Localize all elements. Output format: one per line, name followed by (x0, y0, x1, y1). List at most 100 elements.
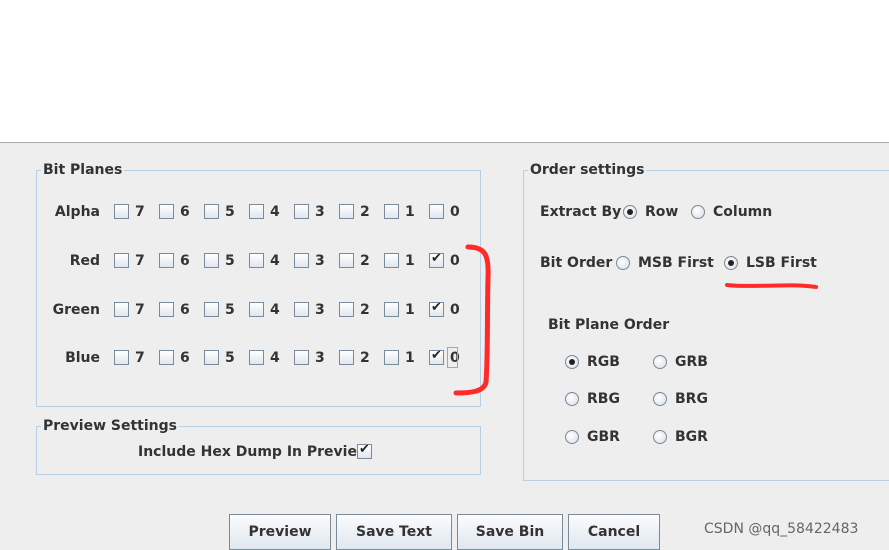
checkbox-box[interactable] (429, 300, 444, 317)
checkbox-box[interactable] (249, 253, 264, 268)
checkbox-box[interactable] (384, 350, 399, 365)
bit-label: 5 (225, 302, 235, 318)
row-label-2: Green (52, 302, 100, 318)
bit-label: 4 (270, 253, 280, 269)
plane-order-rbg-radio[interactable] (565, 392, 579, 406)
bit-label: 6 (180, 253, 190, 269)
checkbox-box[interactable] (204, 253, 219, 268)
bit-label: 7 (135, 253, 145, 269)
checkbox-box[interactable] (339, 204, 354, 219)
checkbox-box[interactable] (429, 348, 444, 365)
checkbox-box[interactable] (339, 253, 354, 268)
bit-label: 2 (360, 204, 370, 220)
bit-label: 4 (270, 302, 280, 318)
cancel-button[interactable]: Cancel (568, 514, 660, 550)
plane-order-label: Bit Plane Order (548, 317, 670, 333)
plane-order-brg-radio[interactable] (653, 392, 667, 406)
checkbox-box[interactable] (339, 302, 354, 317)
checkbox-box[interactable] (249, 350, 264, 365)
checkbox-box[interactable] (159, 302, 174, 317)
checkbox-box[interactable] (249, 204, 264, 219)
checkbox-box[interactable] (204, 302, 219, 317)
order-settings-title: Order settings (528, 161, 647, 179)
plane-order-brg-label: BRG (675, 391, 708, 407)
checkbox-box[interactable] (249, 302, 264, 317)
bit-label: 6 (180, 302, 190, 318)
checkbox-box[interactable] (429, 204, 444, 219)
bit-label: 1 (405, 302, 415, 318)
bit-label: 4 (270, 204, 280, 220)
checkbox-box[interactable] (159, 204, 174, 219)
hex-dump-checkbox[interactable] (357, 442, 372, 459)
row-label-1: Red (69, 253, 100, 269)
checkbox-box[interactable] (294, 302, 309, 317)
checkbox-box[interactable] (294, 253, 309, 268)
checkbox-box[interactable] (159, 253, 174, 268)
hex-dump-label: Include Hex Dump In Preview (138, 444, 370, 460)
bit-label: 3 (315, 302, 325, 318)
bit-order-msb-label: MSB First (638, 255, 714, 271)
extract-by-row-label: Row (645, 204, 679, 220)
row-label-3: Blue (65, 350, 100, 366)
checkbox-box[interactable] (114, 350, 129, 365)
checkbox-box[interactable] (339, 350, 354, 365)
checkbox-box[interactable] (384, 302, 399, 317)
checkbox-box[interactable] (114, 253, 129, 268)
focus-indicator (447, 347, 458, 368)
extract-by-row-radio[interactable] (623, 205, 637, 219)
bit-label: 0 (450, 204, 460, 220)
extract-by-column-radio[interactable] (691, 205, 705, 219)
bit-label: 1 (405, 253, 415, 269)
extract-by-column-label: Column (713, 204, 773, 220)
checkbox-box[interactable] (294, 204, 309, 219)
bit-label: 6 (180, 350, 190, 366)
bit-order-lsb-radio[interactable] (724, 256, 738, 270)
plane-order-bgr-label: BGR (675, 429, 708, 445)
preview-pane (0, 0, 889, 143)
preview-button[interactable]: Preview (229, 514, 331, 550)
checkbox-box[interactable] (204, 204, 219, 219)
checkbox-box[interactable] (429, 251, 444, 268)
bit-label: 2 (360, 350, 370, 366)
checkbox-box[interactable] (114, 204, 129, 219)
checkbox-box[interactable] (294, 350, 309, 365)
checkbox-box[interactable] (204, 350, 219, 365)
bit-order-lsb-label: LSB First (746, 255, 817, 271)
bit-label: 1 (405, 350, 415, 366)
plane-order-rgb-radio[interactable] (565, 355, 579, 369)
bit-label: 6 (180, 204, 190, 220)
checkbox-box[interactable] (159, 350, 174, 365)
bit-label: 7 (135, 350, 145, 366)
bit-planes-title: Bit Planes (41, 161, 125, 179)
bit-label: 7 (135, 302, 145, 318)
bit-label: 2 (360, 302, 370, 318)
checkbox-box[interactable] (384, 204, 399, 219)
bit-label: 2 (360, 253, 370, 269)
bit-label: 7 (135, 204, 145, 220)
bit-label: 1 (405, 204, 415, 220)
extract-by-label: Extract By (540, 204, 622, 220)
plane-order-rgb-label: RGB (587, 354, 620, 370)
preview-settings-title: Preview Settings (41, 417, 179, 435)
bit-order-label: Bit Order (540, 255, 613, 271)
checkbox-box[interactable] (114, 302, 129, 317)
bit-label: 0 (450, 253, 460, 269)
plane-order-gbr-radio[interactable] (565, 430, 579, 444)
bit-label: 3 (315, 204, 325, 220)
plane-order-rbg-label: RBG (587, 391, 620, 407)
plane-order-gbr-label: GBR (587, 429, 620, 445)
plane-order-grb-radio[interactable] (653, 355, 667, 369)
checkbox-box[interactable] (384, 253, 399, 268)
bit-label: 0 (450, 302, 460, 318)
plane-order-bgr-radio[interactable] (653, 430, 667, 444)
bit-order-msb-radio[interactable] (616, 256, 630, 270)
bit-label: 4 (270, 350, 280, 366)
plane-order-grb-label: GRB (675, 354, 708, 370)
save-text-button[interactable]: Save Text (336, 514, 452, 550)
save-bin-button[interactable]: Save Bin (457, 514, 563, 550)
watermark: CSDN @qq_58422483 (704, 521, 859, 537)
bit-label: 5 (225, 204, 235, 220)
bit-label: 5 (225, 350, 235, 366)
bit-label: 3 (315, 350, 325, 366)
bit-label: 5 (225, 253, 235, 269)
